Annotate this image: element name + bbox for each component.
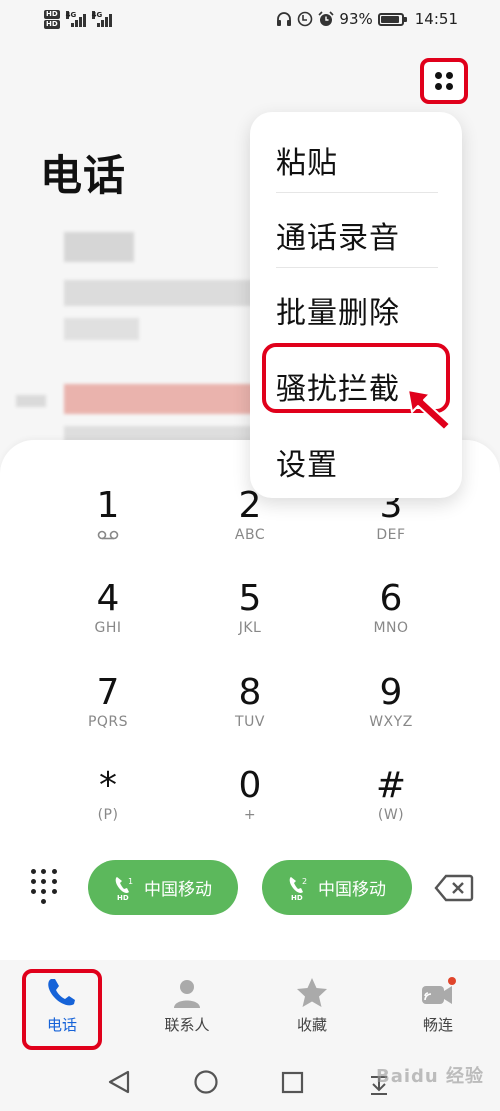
dialpad-key-digit: #	[375, 765, 407, 806]
dialpad-key-digit: *	[99, 765, 117, 806]
svg-text:HD: HD	[291, 894, 303, 901]
backspace-icon[interactable]	[434, 874, 474, 902]
back-icon	[108, 1070, 130, 1094]
nav-tab-contacts-label: 联系人	[164, 1016, 210, 1034]
dialpad-key-digit: 9	[379, 672, 403, 713]
call-recording-icon	[298, 11, 313, 27]
nav-tab-favorites[interactable]: 收藏	[262, 960, 362, 1050]
svg-text:HD: HD	[117, 894, 129, 901]
dialpad-key-digit: 4	[96, 578, 120, 619]
dialpad-key-letters: WXYZ	[369, 714, 413, 730]
video-call-icon	[422, 977, 456, 1004]
svg-text:1: 1	[128, 877, 133, 886]
sim2-network-label: 4G	[91, 11, 103, 19]
page-title: 电话	[40, 151, 127, 200]
dialpad-key-11[interactable]: # (W)	[331, 765, 451, 845]
hd-call-sim1-icon: 1 HD	[115, 876, 133, 901]
dialpad-key-10[interactable]: 0 +	[190, 765, 310, 845]
dialpad-key-letters: JKL	[238, 620, 262, 636]
dialpad-key-letters: GHI	[94, 620, 122, 636]
menu-item-call-recording[interactable]: 通话录音	[276, 213, 400, 257]
dialpad-key-letters: (P)	[97, 807, 119, 823]
battery-fill	[380, 15, 400, 23]
sim2-hd-badge: HD	[44, 19, 60, 29]
blurred-call-time	[64, 318, 139, 340]
blurred-row-icon	[16, 395, 46, 407]
phone-tab-highlight	[22, 969, 102, 1050]
nav-tab-meetime-label: 畅连	[422, 1016, 453, 1034]
dialpad-key-digit: 7	[96, 672, 120, 713]
menu-item-batch-delete[interactable]: 批量删除	[276, 288, 400, 332]
dialpad-toggle-icon[interactable]	[28, 866, 60, 906]
dialpad-key-8[interactable]: 9 WXYZ	[331, 672, 451, 752]
call-sim2-button[interactable]: 2 HD 中国移动	[262, 860, 412, 915]
dialpad-key-4[interactable]: 5 JKL	[190, 578, 310, 658]
dialpad-key-letters: TUV	[235, 714, 265, 730]
home-icon	[194, 1070, 218, 1094]
hd-call-sim2-icon: 2 HD	[289, 876, 307, 901]
menu-item-settings[interactable]: 设置	[276, 440, 338, 484]
blurred-call-detail	[64, 280, 254, 306]
status-time: 14:51	[414, 10, 458, 28]
sim-badges: HD HD	[44, 9, 60, 29]
menu-divider	[276, 267, 438, 268]
pointer-arrow-icon	[407, 389, 451, 431]
dialpad-key-digit: 5	[238, 578, 262, 619]
dialpad-key-letters: PQRS	[87, 714, 129, 730]
dialpad-key-digit: 6	[379, 578, 403, 619]
dialpad-key-letters: +	[243, 807, 257, 823]
dialpad-key-9[interactable]: * (P)	[48, 765, 168, 845]
dialpad-key-letters: (W)	[377, 807, 405, 823]
dialpad-key-digit: 0	[238, 765, 262, 806]
sim2-signal-icon: 4G	[91, 11, 112, 27]
status-bar: HD HD 4G 4G 93% 14:51	[0, 0, 500, 38]
menu-item-paste[interactable]: 粘贴	[276, 138, 338, 182]
status-bar-right: 93% 14:51	[276, 10, 458, 28]
more-dot	[435, 72, 442, 79]
alarm-icon	[318, 11, 334, 26]
dialpad-key-0[interactable]: 1	[48, 485, 168, 565]
dialpad-key-7[interactable]: 8 TUV	[190, 672, 310, 752]
dialpad-key-5[interactable]: 6 MNO	[331, 578, 451, 658]
dialpad-key-digit: 8	[238, 672, 262, 713]
more-dot	[446, 72, 453, 79]
battery-icon	[377, 12, 407, 26]
menu-divider	[276, 192, 438, 193]
watermark: Baidu 经验	[376, 1066, 485, 1087]
blurred-contact-name	[64, 232, 134, 262]
dialpad-key-letters: DEF	[376, 527, 406, 543]
dialpad-key-6[interactable]: 7 PQRS	[48, 672, 168, 752]
overflow-menu: 粘贴 通话录音 批量删除 骚扰拦截 设置	[250, 112, 462, 498]
call-sim1-label: 中国移动	[144, 880, 212, 900]
dialpad-key-digit: 1	[96, 485, 120, 526]
headphones-icon	[277, 12, 292, 26]
dialpad-key-letters: MNO	[373, 620, 409, 636]
more-dot	[446, 83, 453, 90]
voicemail-icon	[97, 530, 119, 540]
call-sim1-button[interactable]: 1 HD 中国移动	[88, 860, 238, 915]
blurred-missed-number	[64, 384, 254, 414]
dialpad-key-letters: ABC	[234, 527, 266, 543]
battery-percent: 93%	[339, 10, 373, 28]
sim1-hd-badge: HD	[44, 9, 60, 19]
svg-text:2: 2	[302, 877, 307, 886]
sim1-signal-icon: 4G	[65, 11, 86, 27]
nav-tab-contacts[interactable]: 联系人	[137, 960, 237, 1050]
sim1-network-label: 4G	[65, 11, 77, 19]
nav-tab-meetime[interactable]: 畅连	[388, 960, 488, 1050]
more-dot	[435, 83, 442, 90]
nav-tab-favorites-label: 收藏	[296, 1016, 327, 1034]
contacts-icon	[174, 980, 200, 1008]
dialpad-key-3[interactable]: 4 GHI	[48, 578, 168, 658]
call-sim2-label: 中国移动	[318, 880, 386, 900]
status-bar-left: HD HD 4G 4G	[44, 9, 112, 29]
more-options-button[interactable]	[420, 58, 468, 104]
star-icon	[297, 978, 327, 1007]
recents-icon	[281, 1071, 304, 1094]
